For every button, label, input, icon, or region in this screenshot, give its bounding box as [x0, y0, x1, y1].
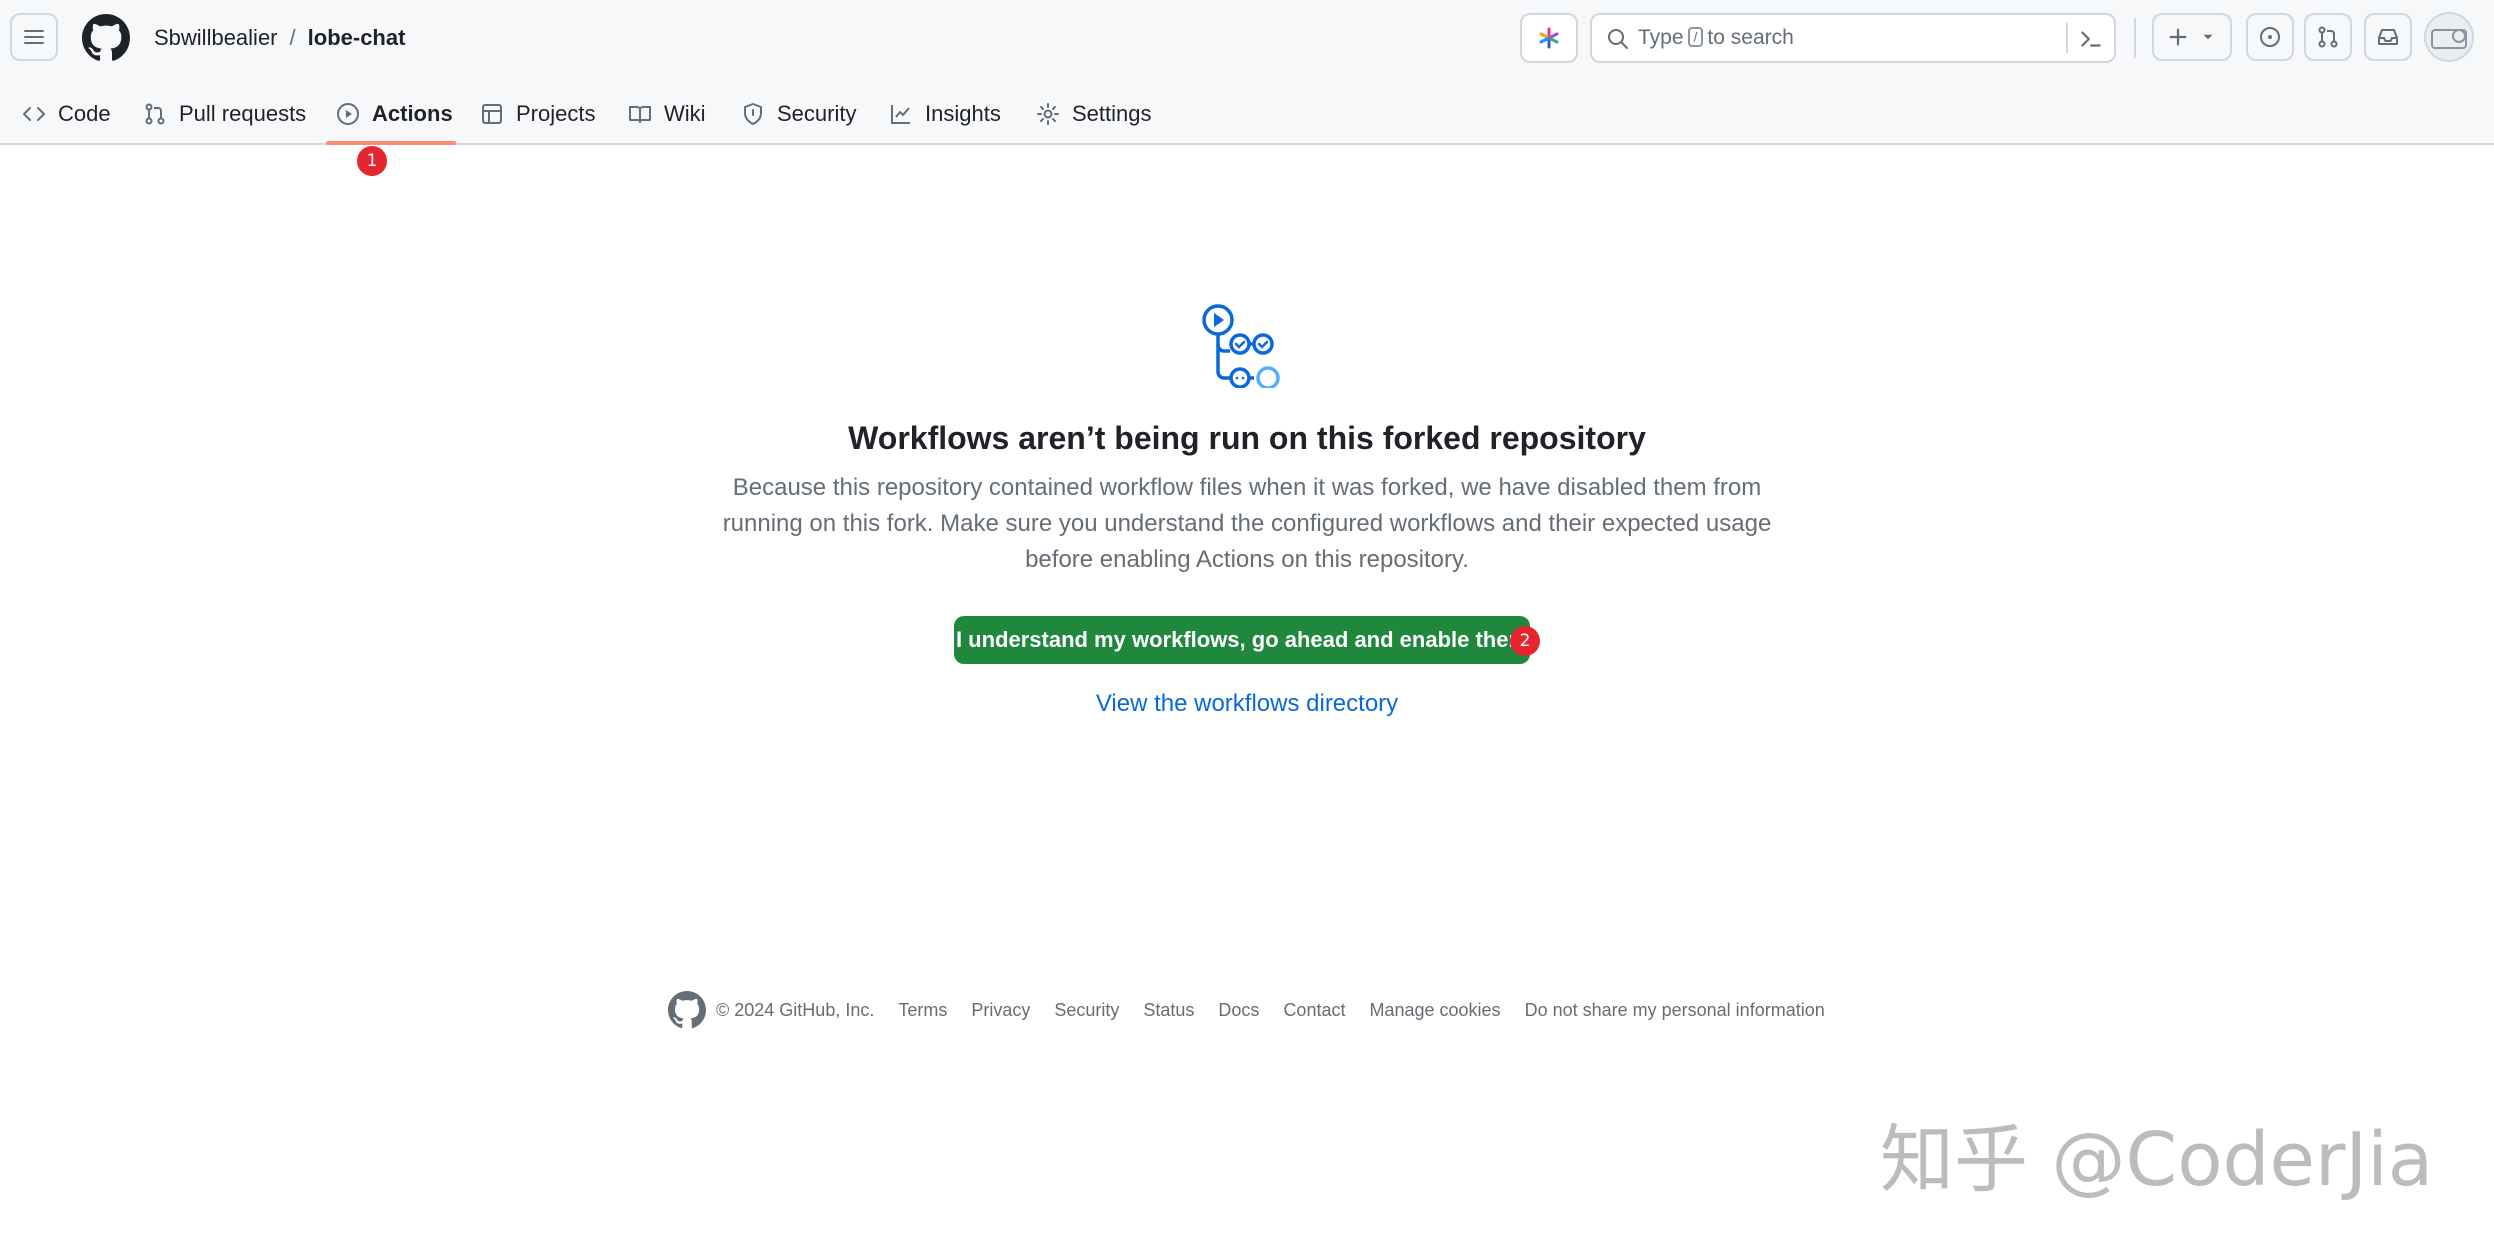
tab-actions[interactable]: Actions	[336, 94, 453, 134]
inbox-button[interactable]	[2364, 13, 2412, 61]
tab-wiki[interactable]: Wiki	[628, 94, 706, 134]
footer-link-terms[interactable]: Terms	[898, 1000, 947, 1021]
copilot-button[interactable]	[1520, 13, 1578, 63]
tab-insights[interactable]: Insights	[889, 94, 1001, 134]
tab-settings-label: Settings	[1072, 101, 1152, 126]
breadcrumb-repo[interactable]: lobe-chat	[308, 25, 406, 50]
top-bar: Sbwillbealier / lobe-chat Type / to search	[0, 0, 2494, 78]
footer-link-privacy[interactable]: Privacy	[971, 1000, 1030, 1021]
table-icon	[482, 104, 502, 124]
workflows-directory-link[interactable]: View the workflows directory	[0, 690, 2494, 718]
page-description: Because this repository contained workfl…	[722, 474, 1772, 573]
book-icon	[629, 106, 651, 123]
global-header: Sbwillbealier / lobe-chat Type / to search	[0, 0, 2494, 145]
breadcrumb: Sbwillbealier / lobe-chat	[154, 22, 405, 54]
create-new-button[interactable]	[2152, 13, 2232, 61]
tab-projects[interactable]: Projects	[480, 94, 595, 134]
footer-link-contact[interactable]: Contact	[1283, 1000, 1345, 1021]
search-icon	[1608, 29, 1628, 49]
inbox-icon	[2378, 29, 2398, 45]
code-icon	[23, 107, 45, 121]
issues-icon	[2260, 27, 2280, 47]
tab-projects-label: Projects	[516, 101, 596, 126]
repo-nav: Code Pull requests Actions Projects Wiki…	[0, 84, 2494, 145]
graph-icon	[891, 105, 910, 124]
active-tab-underline	[326, 141, 456, 145]
tab-insights-label: Insights	[925, 101, 1001, 126]
footer: © 2024 GitHub, Inc. Terms Privacy Securi…	[668, 990, 1849, 1030]
pull-request-icon	[2318, 26, 2338, 48]
tab-pull-requests[interactable]: Pull requests	[143, 94, 306, 134]
tab-security[interactable]: Security	[741, 94, 856, 134]
hamburger-icon	[24, 30, 44, 44]
search-placeholder-prefix: Type	[1638, 26, 1684, 49]
tab-pull-requests-label: Pull requests	[179, 101, 307, 126]
shield-icon	[744, 103, 762, 125]
footer-link-status[interactable]: Status	[1143, 1000, 1194, 1021]
pull-request-icon	[145, 103, 165, 125]
footer-link-docs[interactable]: Docs	[1218, 1000, 1259, 1021]
annotation-marker-1: 1	[357, 146, 387, 176]
avatar[interactable]	[2424, 12, 2474, 62]
tab-code-label: Code	[58, 101, 111, 126]
footer-link-manage-cookies[interactable]: Manage cookies	[1369, 1000, 1500, 1021]
tab-wiki-label: Wiki	[664, 101, 706, 126]
tab-code[interactable]: Code	[22, 94, 111, 134]
workflow-graph-icon	[1202, 304, 1280, 388]
gear-icon	[1037, 103, 1059, 125]
header-divider	[2134, 18, 2136, 58]
search-divider	[2066, 23, 2068, 53]
search-placeholder-suffix: to search	[1707, 26, 1794, 49]
breadcrumb-owner[interactable]: Sbwillbealier	[154, 25, 278, 50]
breadcrumb-separator: /	[289, 25, 296, 50]
terminal-icon	[2081, 31, 2101, 47]
search-input[interactable]: Type / to search	[1590, 13, 2116, 63]
chevron-down-icon	[2203, 34, 2213, 40]
tab-actions-label: Actions	[372, 101, 453, 126]
copilot-icon	[1539, 27, 1559, 49]
enable-workflows-button[interactable]: I understand my workflows, go ahead and …	[954, 616, 1530, 664]
plus-icon	[2169, 28, 2187, 46]
tab-settings[interactable]: Settings	[1036, 94, 1152, 134]
tab-security-label: Security	[777, 101, 857, 126]
command-palette-button[interactable]	[2078, 26, 2104, 57]
footer-link-security[interactable]: Security	[1054, 1000, 1119, 1021]
slash-key-hint: /	[1687, 27, 1704, 47]
hamburger-menu-button[interactable]	[10, 13, 58, 61]
page-title: Workflows aren’t being run on this forke…	[848, 420, 1646, 456]
footer-copyright: © 2024 GitHub, Inc.	[716, 999, 875, 1020]
pull-requests-button[interactable]	[2304, 13, 2352, 61]
search-placeholder: Type / to search	[1638, 26, 1794, 50]
github-logo[interactable]	[82, 14, 130, 62]
watermark: 知乎 @CoderJia	[1880, 1117, 2434, 1203]
annotation-marker-2: 2	[1510, 626, 1540, 656]
issues-button[interactable]	[2246, 13, 2294, 61]
play-icon	[337, 103, 359, 125]
footer-link-do-not-share[interactable]: Do not share my personal information	[1525, 1000, 1825, 1021]
github-logo[interactable]	[668, 991, 706, 1029]
